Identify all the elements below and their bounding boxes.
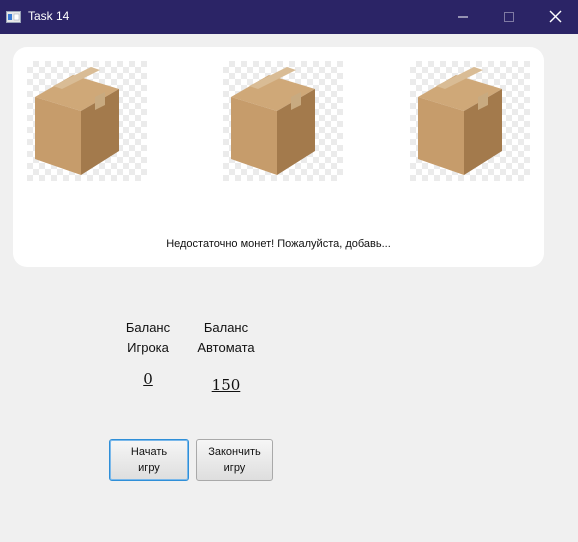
player-balance-label-line1: Баланс (125, 320, 171, 335)
close-button[interactable] (532, 0, 578, 34)
start-game-button[interactable]: Начать игру (109, 439, 189, 481)
status-message: Недостаточно монет! Пожалуйста, добавь..… (166, 238, 391, 250)
end-game-button[interactable]: Закончить игру (196, 439, 273, 481)
machine-balance-label: Баланс Автомата (186, 318, 266, 358)
machine-balance-value: 150 (211, 376, 241, 394)
player-balance-label: Баланс Игрока (108, 318, 188, 358)
cardboard-box-icon (418, 67, 502, 175)
app-icon (6, 10, 21, 23)
player-balance-value: 0 (143, 370, 153, 388)
player-balance-label-line2: Игрока (127, 340, 169, 355)
slot-1 (27, 61, 147, 181)
cardboard-box-icon (35, 67, 119, 175)
minimize-icon (458, 16, 468, 18)
minimize-button[interactable] (440, 0, 486, 34)
title-bar: Task 14 (0, 0, 578, 34)
machine-balance-label-line2: Автомата (197, 340, 255, 355)
maximize-button[interactable] (486, 0, 532, 34)
window-title: Task 14 (28, 9, 70, 23)
slot-reels-panel: Недостаточно монет! Пожалуйста, добавь..… (13, 47, 544, 267)
maximize-icon (504, 12, 514, 22)
slot-2 (223, 61, 343, 181)
machine-balance-label-line1: Баланс (203, 320, 249, 335)
close-icon (549, 10, 562, 23)
slot-3 (410, 61, 530, 181)
cardboard-box-icon (231, 67, 315, 175)
